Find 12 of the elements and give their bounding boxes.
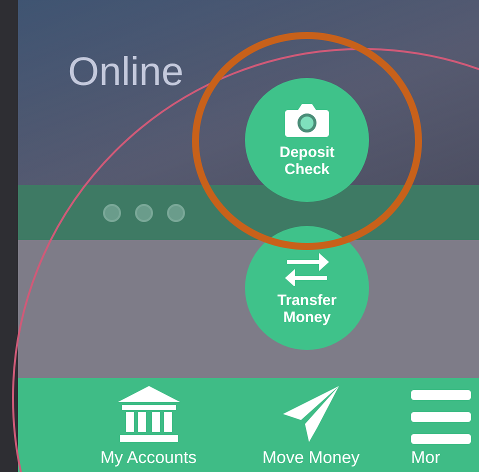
transfer-arrows-icon [283, 250, 331, 286]
carousel-dot[interactable] [103, 204, 121, 222]
hero-title: Online [68, 50, 184, 95]
nav-item[interactable]: My Accounts [66, 384, 231, 472]
menu-icon [411, 388, 471, 444]
nav-item[interactable]: Move Money [231, 384, 391, 472]
paper-plane-icon [281, 384, 341, 444]
carousel-dot[interactable] [167, 204, 185, 222]
carousel-dot[interactable] [135, 204, 153, 222]
nav-item[interactable]: Mor [391, 388, 479, 472]
bank-icon [116, 384, 182, 444]
camera-icon [284, 102, 330, 138]
